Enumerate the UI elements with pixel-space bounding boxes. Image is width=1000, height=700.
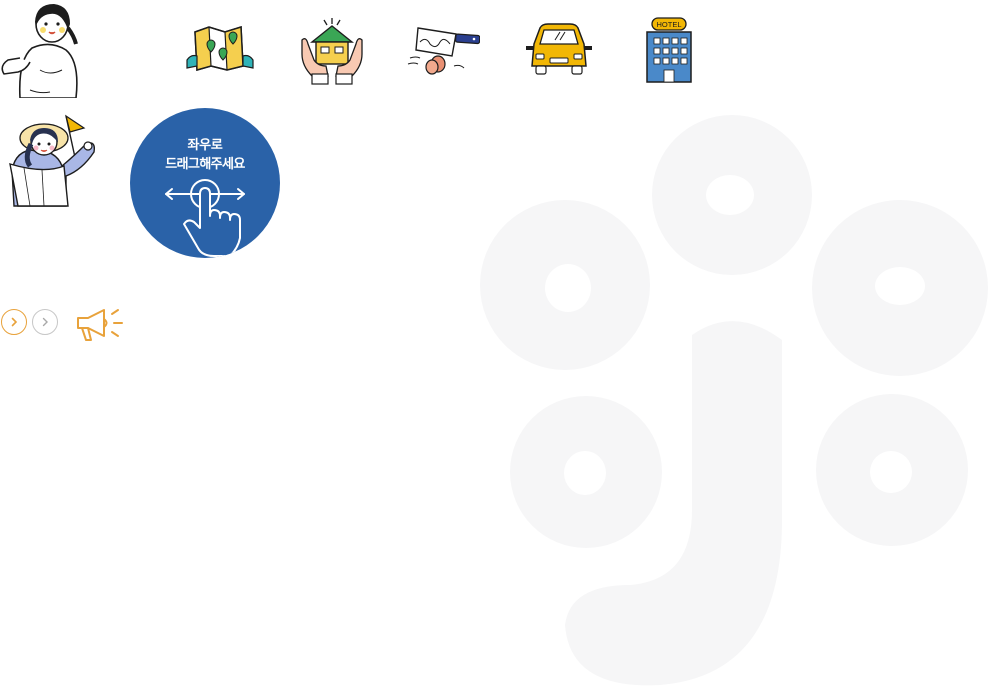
hotel-sign-text: HOTEL [656, 20, 681, 29]
megaphone-icon [77, 309, 123, 341]
watermark-logo [480, 115, 988, 686]
guide-woman-illustration [1, 4, 78, 98]
drag-hint-badge: 좌우로 드래그해주세요 [130, 108, 280, 258]
map-icon [186, 25, 254, 71]
house-in-hands-icon [301, 18, 363, 85]
hotel-icon: HOTEL [646, 17, 692, 83]
drag-hint-line2: 드래그해주세요 [165, 156, 245, 171]
drag-hint-line1: 좌우로 [187, 137, 223, 152]
knife-icon [407, 27, 480, 75]
traveler-girl-illustration [9, 114, 96, 207]
chevron-right-icon [42, 317, 48, 327]
taxi-icon [526, 23, 592, 75]
swipe-hand-icon [165, 179, 245, 257]
carousel-next-button[interactable] [32, 309, 58, 335]
carousel-next-active-button[interactable] [1, 309, 27, 335]
chevron-right-icon [11, 317, 18, 327]
